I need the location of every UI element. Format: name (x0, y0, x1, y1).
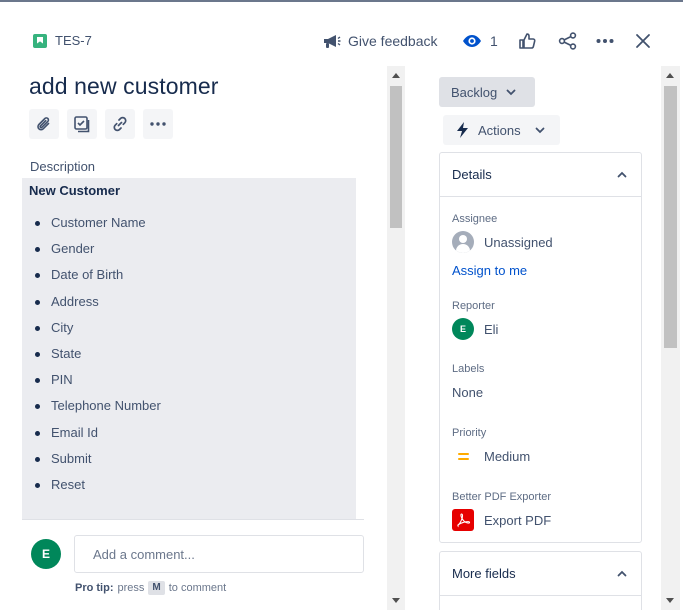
description-editor[interactable]: New Customer Customer Name Gender Date o… (22, 178, 356, 519)
assign-to-me-link[interactable]: Assign to me (452, 263, 527, 278)
give-feedback-button[interactable]: Give feedback (322, 28, 438, 54)
list-item: Address (22, 294, 161, 320)
share-icon (558, 32, 577, 50)
issue-toolbar (29, 109, 173, 139)
export-pdf-button[interactable]: Export PDF (452, 509, 551, 531)
list-item: Customer Name (22, 215, 161, 241)
reporter-label: Reporter (452, 300, 495, 312)
right-scrollbar[interactable] (661, 66, 680, 610)
thumbs-up-icon (519, 33, 536, 49)
scroll-up-arrow-icon[interactable] (392, 73, 400, 78)
list-item: State (22, 346, 161, 372)
details-header[interactable]: Details (440, 153, 641, 197)
priority-value: Medium (484, 448, 531, 464)
close-button[interactable] (635, 28, 651, 54)
more-fields-panel: More fields (439, 551, 642, 610)
pro-tip: Pro tip: press M to comment (75, 581, 226, 595)
more-icon (150, 122, 166, 126)
chevron-down-icon (535, 127, 545, 133)
scrollbar-thumb[interactable] (390, 86, 402, 228)
list-item: PIN (22, 372, 161, 398)
divider (22, 519, 364, 520)
actions-label: Actions (478, 122, 521, 138)
avatar: E (31, 539, 61, 569)
unassigned-avatar-icon (452, 231, 474, 253)
description-heading: New Customer (29, 183, 121, 198)
list-item: Reset (22, 477, 161, 503)
issue-key[interactable]: TES-7 (55, 33, 92, 48)
issue-title[interactable]: add new customer (29, 73, 219, 100)
shortcut-key: M (148, 581, 165, 595)
scroll-down-arrow-icon[interactable] (392, 598, 400, 603)
comment-input[interactable]: Add a comment... (74, 535, 364, 573)
give-feedback-label: Give feedback (348, 33, 438, 49)
export-pdf-label: Export PDF (484, 512, 552, 528)
close-icon (636, 34, 650, 48)
scroll-down-arrow-icon[interactable] (666, 598, 674, 603)
assignee-label: Assignee (452, 213, 498, 225)
breadcrumb[interactable]: TES-7 (33, 33, 92, 48)
description-label: Description (30, 159, 96, 174)
scrollbar-thumb[interactable] (664, 86, 677, 348)
watch-button[interactable]: 1 (462, 28, 498, 54)
priority-label: Priority (452, 427, 487, 439)
status-dropdown[interactable]: Backlog (439, 77, 535, 107)
pro-tip-label: Pro tip: (75, 582, 114, 594)
more-tools-button[interactable] (143, 109, 173, 139)
lightning-icon (457, 122, 468, 138)
left-scrollbar[interactable] (387, 66, 405, 610)
paperclip-icon (37, 117, 50, 131)
watch-count: 1 (490, 33, 498, 49)
share-button[interactable] (558, 28, 578, 54)
reporter-field[interactable]: E Eli (452, 318, 498, 340)
status-label: Backlog (451, 84, 498, 100)
list-item: Telephone Number (22, 398, 161, 424)
issue-header: TES-7 Give feedback 1 (0, 2, 683, 66)
assignee-field[interactable]: Unassigned (452, 231, 553, 253)
details-title: Details (452, 167, 492, 182)
megaphone-icon (324, 35, 341, 48)
pro-tip-suffix: to comment (168, 582, 227, 594)
chevron-down-icon (506, 89, 516, 95)
scroll-up-arrow-icon[interactable] (666, 73, 674, 78)
list-item: Submit (22, 451, 161, 477)
chevron-up-icon (617, 171, 627, 178)
list-item: Email Id (22, 425, 161, 451)
more-fields-title: More fields (452, 566, 516, 581)
avatar: E (452, 318, 474, 340)
pdf-exporter-label: Better PDF Exporter (452, 491, 552, 503)
list-item: Date of Birth (22, 267, 161, 293)
story-icon (33, 33, 47, 48)
reporter-value: Eli (484, 321, 499, 337)
details-panel: Details Assignee Unassigned Assign to me… (439, 152, 642, 543)
like-button[interactable] (518, 28, 536, 54)
labels-field[interactable]: None (452, 385, 483, 400)
labels-value: None (452, 385, 484, 400)
priority-medium-icon (452, 445, 474, 467)
chevron-up-icon (617, 570, 627, 577)
create-subtask-button[interactable] (67, 109, 97, 139)
description-list: Customer Name Gender Date of Birth Addre… (22, 215, 161, 503)
labels-label: Labels (452, 363, 485, 375)
link-icon (113, 116, 127, 132)
more-actions-button[interactable] (596, 28, 614, 54)
actions-dropdown[interactable]: Actions (443, 115, 560, 145)
attach-button[interactable] (29, 109, 59, 139)
pro-tip-press: press (117, 582, 145, 594)
more-fields-header[interactable]: More fields (440, 552, 641, 596)
assignee-value: Unassigned (484, 234, 553, 250)
more-icon (596, 39, 614, 43)
checklist-icon (74, 116, 90, 133)
pdf-icon (452, 509, 474, 531)
list-item: Gender (22, 241, 161, 267)
eye-icon (463, 35, 481, 47)
list-item: City (22, 320, 161, 346)
priority-field[interactable]: Medium (452, 445, 530, 467)
link-issue-button[interactable] (105, 109, 135, 139)
